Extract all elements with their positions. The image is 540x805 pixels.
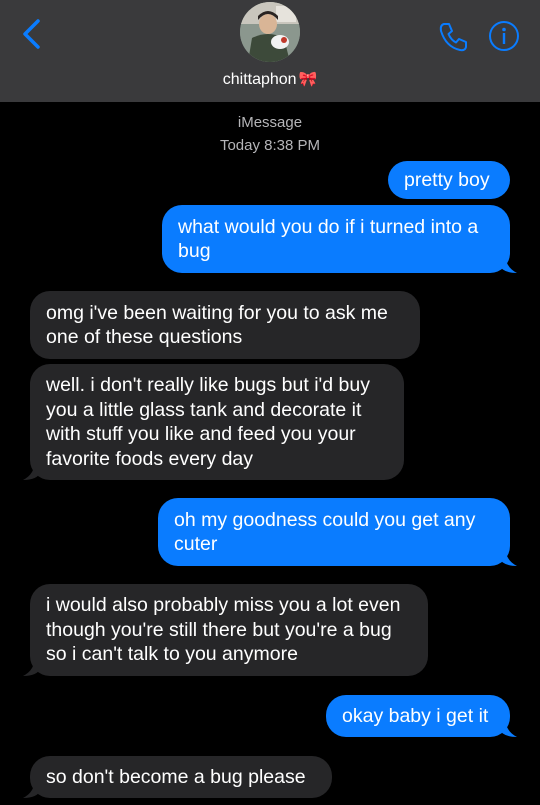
message-text: pretty boy (404, 168, 490, 191)
sent-message[interactable]: pretty boy (388, 161, 510, 199)
sent-message[interactable]: oh my goodness could you get any cuter (158, 498, 517, 566)
received-message[interactable]: omg i've been waiting for you to ask me … (30, 291, 420, 359)
received-message[interactable]: i would also probably miss you a lot eve… (23, 584, 428, 676)
message-text: omg i've been waiting for you to ask me … (46, 301, 388, 349)
sent-message[interactable]: what would you do if i turned into a bug (162, 205, 517, 273)
contact-name[interactable]: chittaphon 🎀 (0, 70, 540, 89)
conversation-header: chittaphon 🎀 (0, 0, 540, 102)
info-icon[interactable] (488, 20, 520, 52)
bubble-tail (499, 717, 517, 737)
service-label: iMessage (237, 114, 303, 131)
message-text: well. i don't really like bugs but i'd b… (46, 374, 370, 470)
contact-name-text: chittaphon (222, 71, 297, 88)
phone-icon[interactable] (436, 20, 470, 54)
received-message[interactable]: so don't become a bug please (23, 756, 332, 798)
bow-emoji: 🎀 (298, 71, 318, 88)
bubble-tail (23, 778, 41, 798)
chevron-left-icon[interactable] (14, 16, 50, 52)
bubble-tail (23, 460, 41, 480)
message-text: so don't become a bug please (46, 765, 306, 788)
thread-timestamp: Today 8:38 PM (219, 137, 321, 154)
message-text: oh my goodness could you get any cuter (174, 508, 476, 556)
sent-message[interactable]: okay baby i get it (326, 695, 517, 737)
message-text: what would you do if i turned into a bug (178, 215, 479, 263)
message-text: okay baby i get it (342, 704, 489, 727)
bubble-tail (499, 546, 517, 566)
bubble-tail (23, 656, 41, 676)
received-message[interactable]: well. i don't really like bugs but i'd b… (23, 364, 404, 480)
bubble-tail (499, 253, 517, 273)
message-text: i would also probably miss you a lot eve… (46, 594, 401, 666)
contact-avatar[interactable] (240, 2, 300, 62)
